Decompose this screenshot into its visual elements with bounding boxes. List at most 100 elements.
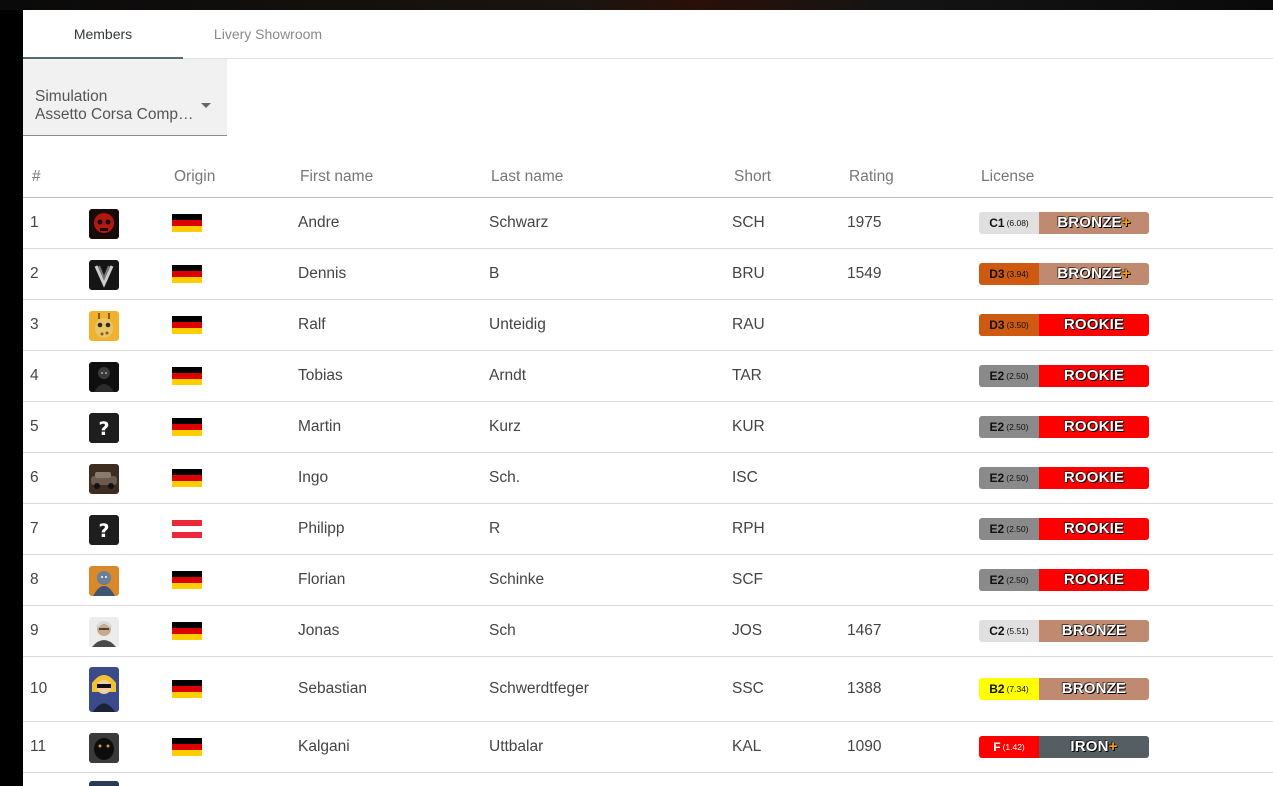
table-row[interactable]: 2 Dennis B BRU 1549 D3 (3.94) BRONZE+ bbox=[23, 249, 1273, 300]
last-name: B bbox=[489, 264, 500, 282]
license-badge: C2 (5.51) BRONZE bbox=[979, 619, 1149, 642]
tab-bar: Members Livery Showroom bbox=[23, 10, 1273, 59]
dark-figure-avatar-icon[interactable] bbox=[89, 361, 119, 392]
first-name: Ingo bbox=[298, 468, 329, 486]
license-tier-name: ROOKIE bbox=[1063, 468, 1125, 486]
license-class-code: D3 bbox=[989, 317, 1005, 332]
table-row[interactable]: 1 Andre Schwarz SCH 1975 C1 (6.08) BRONZE+ bbox=[23, 198, 1273, 249]
red-skull-avatar-icon[interactable] bbox=[89, 208, 119, 239]
safety-rating: (2.50) bbox=[1006, 472, 1029, 483]
table-row[interactable]: 7? Philipp R RPH E2 (2.50) ROOKIE bbox=[23, 504, 1273, 555]
short-name: RPH bbox=[732, 519, 765, 537]
license-tier-plus: + bbox=[1121, 213, 1131, 231]
safety-rating: (6.08) bbox=[1006, 217, 1029, 228]
germany-flag-icon bbox=[172, 264, 202, 283]
last-name: R bbox=[489, 519, 501, 537]
member-number: 8 bbox=[30, 570, 39, 588]
first-name: Ralf bbox=[298, 315, 326, 333]
first-name: Andre bbox=[298, 213, 340, 231]
license-class: F (1.42) bbox=[979, 735, 1039, 758]
question-mark-avatar-icon[interactable]: ? bbox=[89, 412, 119, 443]
column-header-last-name[interactable]: Last name bbox=[491, 168, 563, 186]
license-tier: BRONZE bbox=[1039, 677, 1149, 700]
car-photo-avatar-icon[interactable] bbox=[89, 463, 119, 494]
license-tier-name: BRONZE bbox=[1061, 621, 1127, 639]
simulation-select[interactable]: Simulation Assetto Corsa Competizione bbox=[23, 59, 227, 136]
safety-rating: (1.42) bbox=[1002, 741, 1025, 752]
table-row[interactable]: 10 Sebastian Schwerdtfeger SSC 1388 B2 (7.34) B… bbox=[23, 657, 1273, 722]
column-header-origin[interactable]: Origin bbox=[174, 168, 215, 186]
old-man-avatar-icon[interactable] bbox=[89, 616, 119, 647]
member-number: 6 bbox=[30, 468, 39, 486]
short-name: RAU bbox=[732, 315, 765, 333]
license-badge: E2 (2.50) ROOKIE bbox=[979, 568, 1149, 591]
avatar[interactable] bbox=[89, 781, 119, 786]
license-tier: ROOKIE bbox=[1039, 364, 1149, 387]
dark-emblem-avatar-icon[interactable] bbox=[89, 259, 119, 290]
svg-text:?: ? bbox=[98, 520, 109, 542]
license-class: D3 (3.94) bbox=[979, 262, 1039, 285]
license-class-code: E2 bbox=[989, 572, 1005, 587]
license-tier-name: ROOKIE bbox=[1063, 366, 1125, 384]
license-tier: BRONZE+ bbox=[1039, 262, 1149, 285]
anime-character-avatar-icon[interactable] bbox=[89, 667, 119, 712]
license-tier: ROOKIE bbox=[1039, 415, 1149, 438]
first-name: Kalgani bbox=[298, 737, 350, 755]
tab-members[interactable]: Members bbox=[23, 10, 183, 59]
license-class-code: E2 bbox=[989, 521, 1005, 536]
table-row[interactable]: 6 Ingo Sch. ISC E2 (2.50) ROOKIE bbox=[23, 453, 1273, 504]
germany-flag-icon bbox=[172, 417, 202, 436]
rating: 1549 bbox=[847, 264, 882, 282]
license-tier-name: ROOKIE bbox=[1063, 570, 1125, 588]
first-name: Martin bbox=[298, 417, 342, 435]
table-row[interactable]: 4 Tobias Arndt TAR E2 (2.50) ROOKIE bbox=[23, 351, 1273, 402]
license-class-code: E2 bbox=[989, 368, 1005, 383]
dropdown-arrow-icon bbox=[201, 103, 211, 108]
giraffe-avatar-icon[interactable] bbox=[89, 310, 119, 341]
license-class: E2 (2.50) bbox=[979, 415, 1039, 438]
app-header-backdrop bbox=[0, 0, 1273, 10]
simulation-select-value: Assetto Corsa Competizione bbox=[35, 106, 200, 123]
column-header-rating[interactable]: Rating bbox=[849, 168, 894, 186]
short-name: KUR bbox=[732, 417, 765, 435]
column-header-license[interactable]: License bbox=[981, 168, 1034, 186]
last-name: Sch bbox=[489, 621, 516, 639]
first-name: Florian bbox=[298, 570, 346, 588]
member-number: 1 bbox=[30, 213, 39, 231]
table-row[interactable]: 8 Florian Schinke SCF E2 (2.50) ROOKIE bbox=[23, 555, 1273, 606]
member-number: 4 bbox=[30, 366, 39, 384]
license-badge: E2 (2.50) ROOKIE bbox=[979, 364, 1149, 387]
column-header-first-name[interactable]: First name bbox=[300, 168, 373, 186]
license-tier-name: BRONZE bbox=[1057, 213, 1122, 231]
short-name: SSC bbox=[732, 679, 764, 697]
license-tier-name: ROOKIE bbox=[1063, 519, 1125, 537]
member-number: 11 bbox=[30, 737, 47, 755]
table-row[interactable]: 9 Jonas Sch JOS 1467 C2 (5.51) BRONZE bbox=[23, 606, 1273, 657]
last-name: Schinke bbox=[489, 570, 545, 588]
question-mark-avatar-icon[interactable]: ? bbox=[89, 514, 119, 545]
license-badge: C1 (6.08) BRONZE+ bbox=[979, 211, 1149, 234]
license-class: E2 (2.50) bbox=[979, 568, 1039, 591]
germany-flag-icon bbox=[172, 315, 202, 334]
safety-rating: (2.50) bbox=[1006, 421, 1029, 432]
rating: 1975 bbox=[847, 213, 882, 231]
first-name: Jonas bbox=[298, 621, 340, 639]
fantasy-character-avatar-icon[interactable] bbox=[89, 565, 119, 596]
member-number: 3 bbox=[30, 315, 39, 333]
table-row[interactable]: 11 Kalgani Uttbalar KAL 1090 F (1.42) IRON+ bbox=[23, 722, 1273, 773]
license-tier: BRONZE bbox=[1039, 619, 1149, 642]
first-name: Sebastian bbox=[298, 679, 367, 697]
safety-rating: (2.50) bbox=[1006, 574, 1029, 585]
black-panther-avatar-icon[interactable] bbox=[89, 732, 119, 763]
short-name: JOS bbox=[732, 621, 763, 639]
column-header-short[interactable]: Short bbox=[734, 168, 771, 186]
column-header-number[interactable]: # bbox=[32, 168, 41, 186]
member-number: 5 bbox=[30, 417, 39, 435]
table-row[interactable]: 3 Ralf Unteidig RAU D3 (3.50) ROOKIE bbox=[23, 300, 1273, 351]
short-name: KAL bbox=[732, 737, 762, 755]
short-name: SCH bbox=[732, 213, 765, 231]
table-row[interactable]: 5? Martin Kurz KUR E2 (2.50) ROOKIE bbox=[23, 402, 1273, 453]
license-tier-name: BRONZE bbox=[1057, 264, 1122, 282]
license-tier: IRON+ bbox=[1039, 735, 1149, 758]
tab-livery-showroom[interactable]: Livery Showroom bbox=[183, 10, 353, 58]
